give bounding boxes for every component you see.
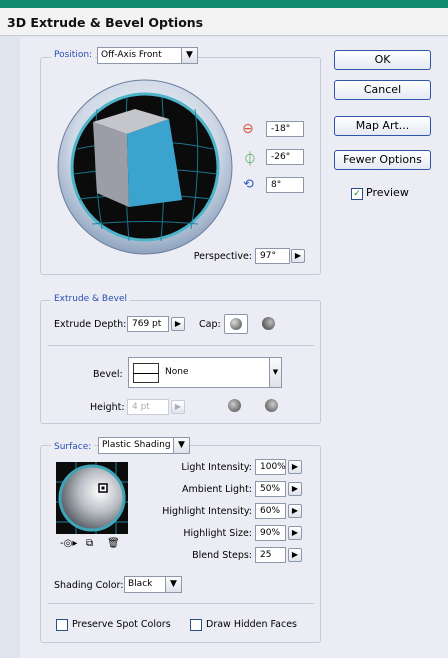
height-stepper[interactable]: ▶ [171, 400, 185, 414]
extrude-bevel-legend: Extrude & Bevel [51, 294, 131, 305]
delete-light-icon[interactable]: 🗑 [107, 538, 120, 549]
light-intensity-label: Light Intensity: [181, 462, 252, 473]
draw-hidden-faces-label: Draw Hidden Faces [206, 619, 297, 630]
highlight-size-field[interactable]: 90% [255, 525, 286, 541]
title-accent-strip [0, 0, 448, 8]
surface-legend: Surface: [51, 442, 95, 453]
surface-divider [48, 603, 314, 604]
y-rotation-field[interactable]: -26° [266, 149, 304, 165]
z-axis-rotate-icon: ⟲ [243, 177, 254, 192]
extrude-depth-label: Extrude Depth: [54, 319, 127, 330]
chevron-down-icon: ▼ [173, 438, 189, 453]
chevron-down-icon: ▼ [181, 48, 197, 63]
ambient-light-stepper[interactable]: ▶ [288, 482, 302, 496]
bevel-label: Bevel: [93, 369, 123, 380]
title-bar[interactable]: 3D Extrude & Bevel Options [0, 8, 448, 36]
cap-label: Cap: [199, 319, 221, 330]
cap-on-button[interactable] [224, 314, 248, 334]
track-cube[interactable] [57, 79, 233, 255]
cancel-button[interactable]: Cancel [334, 80, 431, 100]
highlight-intensity-stepper[interactable]: ▶ [288, 504, 302, 518]
preserve-spot-colors-label: Preserve Spot Colors [72, 619, 171, 630]
surface-type-dropdown[interactable]: Plastic Shading ▼ [98, 437, 190, 454]
highlight-size-label: Highlight Size: [183, 528, 252, 539]
new-light-icon[interactable]: ⧉ [86, 538, 93, 549]
ambient-light-field[interactable]: 50% [255, 481, 286, 497]
highlight-intensity-label: Highlight Intensity: [162, 506, 252, 517]
chevron-down-icon: ▼ [269, 358, 281, 387]
extrude-depth-stepper[interactable]: ▶ [171, 317, 185, 331]
highlight-size-stepper[interactable]: ▶ [288, 526, 302, 540]
bevel-preview-line [133, 373, 159, 374]
window-title: 3D Extrude & Bevel Options [7, 15, 204, 30]
y-axis-rotate-icon: ⏀ [243, 152, 257, 168]
preview-label: Preview [366, 186, 409, 199]
extrude-divider [48, 345, 314, 346]
perspective-stepper[interactable]: ▶ [291, 249, 305, 263]
position-preset-dropdown[interactable]: Off-Axis Front ▼ [97, 47, 198, 64]
draw-hidden-faces-checkbox[interactable] [190, 619, 202, 631]
x-axis-rotate-icon: ⊖ [242, 121, 254, 137]
map-art-button[interactable]: Map Art... [334, 116, 431, 136]
fewer-options-button[interactable]: Fewer Options [334, 150, 431, 170]
extrude-depth-field[interactable]: 769 pt [127, 316, 169, 332]
light-sphere-preview[interactable] [56, 462, 128, 534]
height-field[interactable]: 4 pt [127, 399, 169, 415]
ambient-light-label: Ambient Light: [182, 484, 252, 495]
blend-steps-label: Blend Steps: [192, 550, 252, 561]
perspective-field[interactable]: 97° [255, 248, 290, 264]
perspective-label: Perspective: [193, 251, 252, 262]
height-label: Height: [90, 402, 125, 413]
x-rotation-field[interactable]: -18° [266, 121, 304, 137]
blend-steps-stepper[interactable]: ▶ [288, 548, 302, 562]
shading-color-label: Shading Color: [54, 580, 124, 591]
ok-button[interactable]: OK [334, 50, 431, 70]
chevron-down-icon: ▼ [165, 577, 181, 592]
light-intensity-field[interactable]: 100% [255, 459, 286, 475]
bevel-out-icon[interactable] [228, 399, 241, 412]
cap-off-icon[interactable] [262, 317, 275, 330]
blend-steps-field[interactable]: 25 [255, 547, 286, 563]
z-rotation-field[interactable]: 8° [266, 177, 304, 193]
position-legend: Position: [51, 50, 96, 61]
highlight-intensity-field[interactable]: 60% [255, 503, 286, 519]
cap-on-icon [230, 318, 242, 330]
bevel-dropdown[interactable]: None ▼ [128, 357, 282, 388]
bevel-in-icon[interactable] [265, 399, 278, 412]
light-intensity-stepper[interactable]: ▶ [288, 460, 302, 474]
preserve-spot-colors-checkbox[interactable] [56, 619, 68, 631]
move-light-icon[interactable]: -◎▸ [60, 538, 77, 549]
shading-color-dropdown[interactable]: Black ▼ [124, 576, 182, 593]
preview-checkbox[interactable]: ✓ [351, 188, 363, 200]
